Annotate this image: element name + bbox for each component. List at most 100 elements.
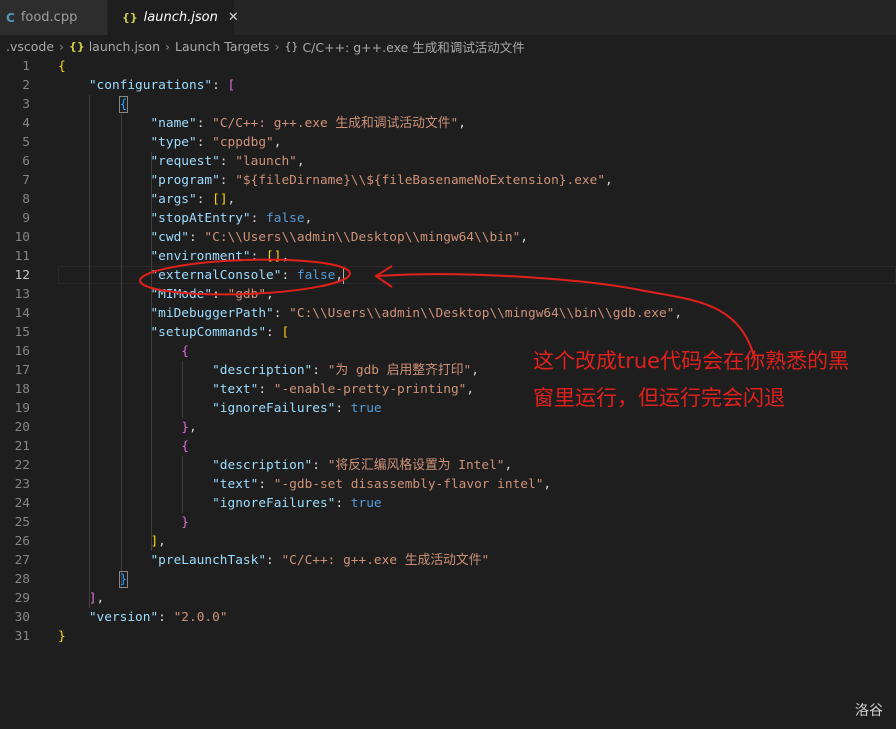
code-token: {: [58, 59, 66, 74]
code-token: "-gdb-set disassembly-flavor intel": [273, 477, 544, 492]
code-line[interactable]: 30 "version": "2.0.0": [0, 608, 896, 627]
line-number: 2: [22, 78, 30, 93]
code-text: }: [58, 627, 66, 646]
json-file-icon: {}: [69, 39, 85, 53]
code-line[interactable]: 4 "name": "C/C++: g++.exe 生成和调试活动文件",: [0, 114, 896, 133]
code-token: ,: [96, 591, 105, 606]
code-token: }: [181, 420, 189, 435]
code-token: {: [118, 96, 129, 113]
code-line[interactable]: 13 "MIMode": "gdb",: [0, 285, 896, 304]
code-token: ,: [543, 477, 552, 492]
code-token: "C:\\Users\\admin\\Desktop\\mingw64\\bin…: [204, 230, 521, 245]
code-token: "${fileDirname}\\${fileBasenameNoExtensi…: [235, 173, 606, 188]
code-text: "stopAtEntry": false,: [58, 209, 312, 228]
code-token: "miDebuggerPath": [150, 306, 274, 321]
breadcrumb-folder[interactable]: .vscode: [6, 39, 54, 54]
tab-bar: C food.cpp {} launch.json ✕: [0, 0, 896, 35]
code-line[interactable]: 10 "cwd": "C:\\Users\\admin\\Desktop\\mi…: [0, 228, 896, 247]
code-token: "externalConsole": [150, 268, 282, 283]
code-token: :: [258, 477, 274, 492]
code-line[interactable]: 5 "type": "cppdbg",: [0, 133, 896, 152]
line-number: 11: [14, 249, 30, 264]
breadcrumb-file[interactable]: launch.json: [89, 39, 160, 54]
code-line[interactable]: 29 ],: [0, 589, 896, 608]
line-number: 20: [14, 420, 30, 435]
code-token: ,: [458, 116, 466, 131]
code-token: ,: [273, 135, 282, 150]
line-number: 9: [22, 211, 30, 226]
tab-launch-json[interactable]: {} launch.json ✕: [108, 0, 239, 35]
code-line[interactable]: 6 "request": "launch",: [0, 152, 896, 171]
code-token: :: [273, 306, 290, 321]
code-line[interactable]: 9 "stopAtEntry": false,: [0, 209, 896, 228]
json-file-icon: {}: [122, 11, 138, 24]
line-number: 16: [14, 344, 30, 359]
code-token: "request": [150, 154, 220, 169]
line-number: 13: [14, 287, 30, 302]
code-line[interactable]: 25 }: [0, 513, 896, 532]
tab-food-cpp[interactable]: C food.cpp: [0, 0, 108, 35]
code-line[interactable]: 12 "externalConsole": false,: [0, 266, 896, 285]
code-line[interactable]: 8 "args": [],: [0, 190, 896, 209]
breadcrumb-section[interactable]: Launch Targets: [175, 39, 269, 54]
code-line[interactable]: 23 "text": "-gdb-set disassembly-flavor …: [0, 475, 896, 494]
code-line[interactable]: 20 },: [0, 418, 896, 437]
code-token: ,: [281, 249, 290, 264]
code-text: "program": "${fileDirname}\\${fileBasena…: [58, 171, 612, 190]
code-line[interactable]: 14 "miDebuggerPath": "C:\\Users\\admin\\…: [0, 304, 896, 323]
code-line[interactable]: 11 "environment": [],: [0, 247, 896, 266]
code-line[interactable]: 26 ],: [0, 532, 896, 551]
line-number: 19: [14, 401, 30, 416]
code-line[interactable]: 7 "program": "${fileDirname}\\${fileBase…: [0, 171, 896, 190]
line-number: 7: [22, 173, 30, 188]
code-line[interactable]: 21 {: [0, 437, 896, 456]
code-token: "MIMode": [150, 287, 213, 302]
code-line[interactable]: 24 "ignoreFailures": true: [0, 494, 896, 513]
code-line[interactable]: 28 }: [0, 570, 896, 589]
code-token: ,: [266, 287, 274, 302]
code-text: "setupCommands": [: [58, 323, 289, 342]
line-number: 26: [14, 534, 30, 549]
code-token: ,: [296, 154, 305, 169]
code-text: "miDebuggerPath": "C:\\Users\\admin\\Des…: [58, 304, 682, 323]
code-token: "C/C++: g++.exe 生成活动文件": [281, 553, 490, 568]
breadcrumb-item[interactable]: C/C++: g++.exe 生成和调试活动文件: [302, 37, 524, 56]
code-line[interactable]: 31}: [0, 627, 896, 646]
line-number: 21: [14, 439, 30, 454]
code-line[interactable]: 15 "setupCommands": [: [0, 323, 896, 342]
code-token: "2.0.0": [173, 610, 228, 625]
line-number: 12: [14, 268, 30, 283]
code-line[interactable]: 1{: [0, 57, 896, 76]
code-text: "name": "C/C++: g++.exe 生成和调试活动文件",: [58, 114, 466, 133]
code-token: ,: [466, 382, 475, 397]
code-line[interactable]: 2 "configurations": [: [0, 76, 896, 95]
code-token: [: [281, 325, 290, 340]
line-number: 8: [22, 192, 30, 207]
code-token: "description": [212, 363, 313, 378]
code-token: "name": [150, 116, 197, 131]
object-icon: {}: [284, 39, 299, 53]
tab-label: food.cpp: [20, 10, 78, 25]
code-token: "program": [150, 173, 220, 188]
code-token: ,: [674, 306, 683, 321]
code-line[interactable]: 22 "description": "将反汇编风格设置为 Intel",: [0, 456, 896, 475]
code-token: :: [158, 610, 174, 625]
close-icon[interactable]: ✕: [228, 10, 239, 25]
code-token: "description": [212, 458, 313, 473]
code-text: "MIMode": "gdb",: [58, 285, 274, 304]
code-line[interactable]: 27 "preLaunchTask": "C/C++: g++.exe 生成活动…: [0, 551, 896, 570]
code-token: "stopAtEntry": [150, 211, 251, 226]
code-line[interactable]: 3 {: [0, 95, 896, 114]
line-number: 29: [14, 591, 30, 606]
code-token: ,: [189, 420, 197, 435]
